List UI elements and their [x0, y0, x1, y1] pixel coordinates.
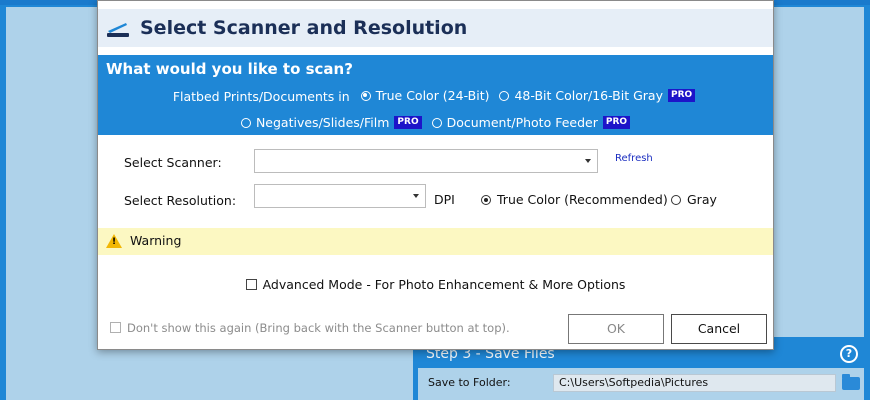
scanner-select[interactable] — [254, 149, 598, 173]
warning-bar: ! Warning — [98, 228, 773, 255]
option-label: 48-Bit Color/16-Bit Gray — [514, 88, 663, 103]
radio-feeder[interactable]: Document/Photo Feeder PRO — [431, 115, 631, 130]
dialog-header: Select Scanner and Resolution — [98, 9, 773, 47]
dialog-title: Select Scanner and Resolution — [140, 17, 468, 39]
dpi-label: DPI — [434, 192, 455, 207]
dont-show-checkbox[interactable]: Don't show this again (Bring back with t… — [110, 321, 510, 335]
pro-badge: PRO — [602, 116, 631, 129]
option-label: True Color (Recommended) — [497, 192, 668, 207]
checkbox-icon — [110, 322, 121, 333]
chevron-down-icon — [413, 194, 419, 198]
advanced-mode-checkbox[interactable]: Advanced Mode - For Photo Enhancement & … — [98, 277, 773, 292]
warning-text: Warning — [130, 233, 182, 248]
resolution-label: Select Resolution: — [124, 193, 237, 208]
scanner-label: Select Scanner: — [124, 155, 222, 170]
checkbox-icon — [245, 279, 257, 290]
scan-type-section: What would you like to scan? Flatbed Pri… — [98, 55, 773, 135]
folder-icon[interactable] — [842, 374, 860, 390]
pro-badge: PRO — [668, 89, 696, 102]
radio-icon — [499, 90, 510, 101]
advanced-mode-label: Advanced Mode - For Photo Enhancement & … — [262, 277, 626, 292]
radio-icon — [431, 117, 442, 128]
radio-gray[interactable]: Gray — [671, 192, 717, 207]
chevron-down-icon — [585, 159, 591, 163]
radio-true-color-24[interactable]: True Color (24-Bit) — [360, 88, 490, 103]
refresh-link[interactable]: Refresh — [615, 153, 653, 164]
option-label: Negatives/Slides/Film — [255, 115, 390, 130]
scan-options-row1: Flatbed Prints/Documents in True Color (… — [98, 88, 773, 104]
dont-show-label: Don't show this again (Bring back with t… — [127, 321, 510, 335]
scanner-icon — [107, 23, 129, 37]
warning-icon: ! — [106, 234, 122, 248]
scan-question: What would you like to scan? — [106, 60, 353, 78]
scan-options-row2: Negatives/Slides/Film PRO Document/Photo… — [98, 115, 773, 131]
flatbed-lead-label: Flatbed Prints/Documents in — [172, 88, 350, 104]
radio-true-color-recommended[interactable]: True Color (Recommended) — [481, 192, 668, 207]
radio-icon — [240, 117, 251, 128]
radio-icon — [671, 195, 681, 205]
option-label: True Color (24-Bit) — [375, 88, 490, 103]
option-label: Gray — [687, 192, 717, 207]
save-folder-label: Save to Folder: — [428, 376, 511, 389]
radio-selected-icon — [481, 195, 491, 205]
save-folder-input[interactable]: C:\Users\Softpedia\Pictures — [553, 374, 836, 392]
radio-48-bit[interactable]: 48-Bit Color/16-Bit Gray PRO — [499, 88, 696, 103]
option-label: Document/Photo Feeder — [446, 115, 598, 130]
cancel-button[interactable]: Cancel — [671, 314, 767, 344]
resolution-select[interactable] — [254, 184, 426, 208]
step3-body: Save to Folder: C:\Users\Softpedia\Pictu… — [418, 368, 864, 400]
radio-negatives[interactable]: Negatives/Slides/Film PRO — [240, 115, 422, 130]
pro-badge: PRO — [394, 116, 422, 129]
help-icon[interactable]: ? — [840, 345, 858, 363]
radio-selected-icon — [360, 90, 371, 101]
scanner-dialog: Select Scanner and Resolution What would… — [97, 0, 774, 350]
ok-button[interactable]: OK — [568, 314, 664, 344]
